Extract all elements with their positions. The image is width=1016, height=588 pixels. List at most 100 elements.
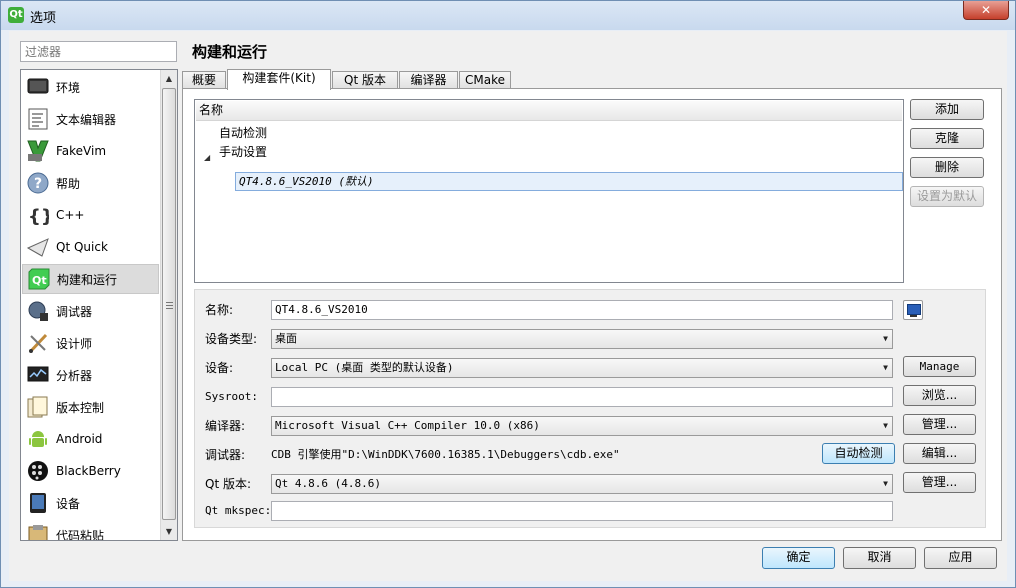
chevron-down-icon: ▼ [883, 334, 888, 343]
monitor-icon [26, 75, 50, 99]
scroll-up-arrow-icon[interactable]: ▲ [161, 70, 177, 87]
sidebar-item-help[interactable]: ? 帮助 [22, 168, 159, 198]
sysroot-label: Sysroot: [205, 390, 258, 403]
braces-icon: {} [26, 203, 50, 227]
grip-icon [166, 302, 173, 309]
sidebar-item-label: 构建和运行 [57, 272, 118, 287]
window-title: 选项 [30, 11, 57, 26]
name-label: 名称: [205, 303, 234, 317]
sidebar-scrollbar[interactable]: ▲ ▼ [160, 70, 177, 540]
sidebar-item-label: BlackBerry [56, 464, 121, 478]
title-bar: Qt 选项 ✕ [1, 1, 1015, 30]
sidebar-item-designer[interactable]: 设计师 [22, 328, 159, 358]
filter-input[interactable] [20, 41, 177, 62]
sidebar-item-label: 帮助 [56, 176, 81, 191]
version-control-icon [26, 395, 50, 419]
sidebar-item-version-control[interactable]: 版本控制 [22, 392, 159, 422]
kit-item-qt486-vs2010[interactable]: QT4.8.6_VS2010 (默认) [235, 172, 903, 191]
category-list: 环境 文本编辑器 FakeVim ? 帮助 {} C++ Qt Quick [20, 69, 178, 541]
sidebar-item-devices[interactable]: 设备 [22, 488, 159, 518]
ok-button[interactable]: 确定 [762, 547, 835, 569]
debugger-label: 调试器: [205, 448, 246, 462]
kit-tree[interactable]: 名称 自动检测 ◢ 手动设置 QT4.8.6_VS2010 (默认) [194, 99, 904, 283]
cancel-button[interactable]: 取消 [843, 547, 916, 569]
browse-sysroot-button[interactable]: 浏览... [903, 385, 976, 406]
sidebar-item-fakevim[interactable]: FakeVim [22, 136, 159, 166]
tab-cmake[interactable]: CMake [459, 71, 511, 89]
sidebar-item-label: 设计师 [56, 336, 93, 351]
apply-button[interactable]: 应用 [924, 547, 997, 569]
sidebar-item-debugger[interactable]: 调试器 [22, 296, 159, 326]
sidebar-item-analyzer[interactable]: 分析器 [22, 360, 159, 390]
device-type-select[interactable]: 桌面 ▼ [271, 329, 893, 349]
sidebar-item-build-run[interactable]: Qt 构建和运行 [22, 264, 159, 294]
compiler-select[interactable]: Microsoft Visual C++ Compiler 10.0 (x86)… [271, 416, 893, 436]
manage-devices-button[interactable]: Manage [903, 356, 976, 377]
expand-arrow-icon[interactable]: ◢ [204, 153, 210, 162]
mkspec-label: Qt mkspec: [205, 504, 272, 517]
device-icon-button[interactable] [903, 300, 923, 320]
edit-debugger-button[interactable]: 编辑... [903, 443, 976, 464]
tab-qt-versions[interactable]: Qt 版本 [332, 71, 398, 89]
qt-app-icon: Qt [8, 7, 24, 23]
name-field[interactable]: QT4.8.6_VS2010 [271, 300, 893, 320]
page-title: 构建和运行 [192, 43, 268, 61]
fakevim-icon [26, 139, 50, 163]
paper-plane-icon [26, 235, 50, 259]
svg-text:Qt: Qt [32, 274, 47, 287]
options-window: Qt 选项 ✕ 环境 文本编辑器 FakeVim ? 帮助 {} [0, 0, 1016, 588]
manage-qt-versions-button[interactable]: 管理... [903, 472, 976, 493]
tab-kits[interactable]: 构建套件(Kit) [227, 69, 331, 90]
kit-group-manual[interactable]: 手动设置 [219, 143, 267, 162]
sidebar-item-label: 代码粘贴 [56, 528, 105, 541]
sidebar-item-label: C++ [56, 208, 85, 222]
blackberry-icon [26, 459, 50, 483]
sidebar-item-label: 文本编辑器 [56, 112, 117, 127]
qt-version-label: Qt 版本: [205, 477, 252, 491]
clone-kit-button[interactable]: 克隆 [910, 128, 984, 149]
qt-version-select[interactable]: Qt 4.8.6 (4.8.6) ▼ [271, 474, 893, 494]
text-editor-icon [26, 107, 50, 131]
designer-icon [26, 331, 50, 355]
help-icon: ? [26, 171, 50, 195]
svg-text:?: ? [34, 176, 42, 192]
close-icon: ✕ [980, 3, 992, 17]
sidebar-item-environment[interactable]: 环境 [22, 72, 159, 102]
kit-group-auto[interactable]: 自动检测 [219, 124, 267, 143]
scroll-down-arrow-icon[interactable]: ▼ [161, 523, 177, 540]
chevron-down-icon: ▼ [883, 479, 888, 488]
sidebar-item-blackberry[interactable]: BlackBerry [22, 456, 159, 486]
sidebar-item-label: FakeVim [56, 144, 107, 158]
sidebar-item-qt-quick[interactable]: Qt Quick [22, 232, 159, 262]
scrollbar-thumb[interactable] [162, 88, 176, 520]
sysroot-field[interactable] [271, 387, 893, 407]
device-select[interactable]: Local PC (桌面 类型的默认设备) ▼ [271, 358, 893, 378]
sidebar-item-label: 调试器 [56, 304, 93, 319]
remove-kit-button[interactable]: 删除 [910, 157, 984, 178]
sidebar-item-label: 设备 [56, 496, 81, 511]
svg-text:{}: {} [28, 206, 49, 226]
sidebar-item-text-editor[interactable]: 文本编辑器 [22, 104, 159, 134]
debugger-value: CDB 引擎使用"D:\WinDDK\7600.16385.1\Debugger… [271, 448, 620, 461]
analyzer-icon [26, 363, 50, 387]
tab-overview[interactable]: 概要 [182, 71, 226, 89]
manage-compilers-button[interactable]: 管理... [903, 414, 976, 435]
tab-compilers[interactable]: 编译器 [399, 71, 458, 89]
qt-build-icon: Qt [27, 267, 51, 291]
kit-details: 名称: QT4.8.6_VS2010 设备类型: 桌面 ▼ 设备: Local P… [194, 289, 986, 528]
compiler-value: Microsoft Visual C++ Compiler 10.0 (x86) [275, 419, 540, 432]
sidebar-item-android[interactable]: Android [22, 424, 159, 454]
add-kit-button[interactable]: 添加 [910, 99, 984, 120]
sidebar-item-label: 版本控制 [56, 400, 105, 415]
auto-detect-debugger-button[interactable]: 自动检测 [822, 443, 895, 464]
kits-panel: 名称 自动检测 ◢ 手动设置 QT4.8.6_VS2010 (默认) 添加 克隆… [182, 88, 1002, 541]
sidebar-item-label: 分析器 [56, 368, 93, 383]
sidebar-item-label: Android [56, 432, 103, 446]
sidebar-item-cpp[interactable]: {} C++ [22, 200, 159, 230]
make-default-button[interactable]: 设置为默认 [910, 186, 984, 207]
close-button[interactable]: ✕ [963, 1, 1009, 20]
mkspec-field[interactable] [271, 501, 893, 521]
sidebar-item-code-paste[interactable]: 代码粘贴 [22, 520, 159, 541]
kit-tree-header: 名称 [196, 101, 902, 121]
code-paste-icon [26, 523, 50, 540]
